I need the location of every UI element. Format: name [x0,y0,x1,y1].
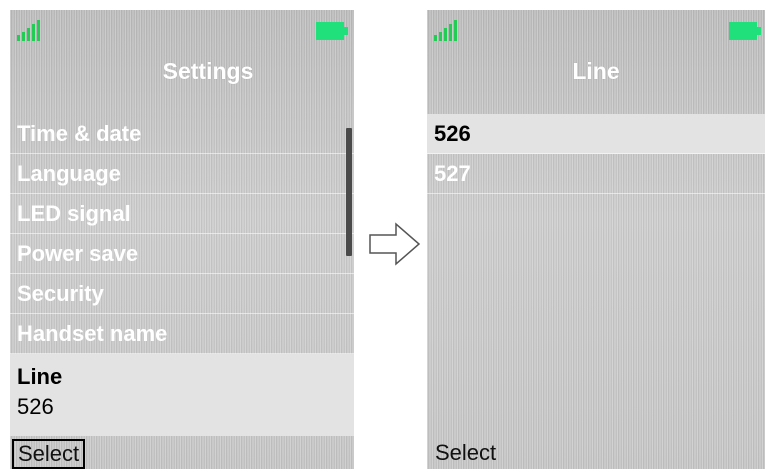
menu-item-line-selected[interactable]: Line 526 [10,354,354,436]
battery-icon [316,22,348,40]
signal-strength-icon [434,19,460,41]
select-softkey[interactable]: Select [12,439,86,469]
menu-item-language[interactable]: Language [10,154,354,194]
arrow-right-icon [369,222,421,266]
menu-scrollbar[interactable] [346,128,352,256]
signal-strength-icon [17,19,43,41]
menu-item-line-label: Line [17,364,63,389]
menu-item-security[interactable]: Security [10,274,354,314]
line-option-list: 526 527 [427,114,765,194]
battery-icon [729,22,761,40]
settings-screen: Settings Time & date Language LED signal… [10,10,354,469]
line-option-527[interactable]: 527 [427,154,765,194]
settings-menu-list: Time & date Language LED signal Power sa… [10,114,354,436]
menu-item-time-date[interactable]: Time & date [10,114,354,154]
line-option-526[interactable]: 526 [427,114,765,154]
menu-item-line-value: 526 [17,394,54,419]
menu-item-handset-name[interactable]: Handset name [10,314,354,354]
select-softkey[interactable]: Select [435,440,496,466]
menu-item-power-save[interactable]: Power save [10,234,354,274]
line-screen: Line 526 527 Select [427,10,765,469]
screen-title: Line [572,58,620,84]
screen-title: Settings [162,58,254,84]
menu-item-led-signal[interactable]: LED signal [10,194,354,234]
